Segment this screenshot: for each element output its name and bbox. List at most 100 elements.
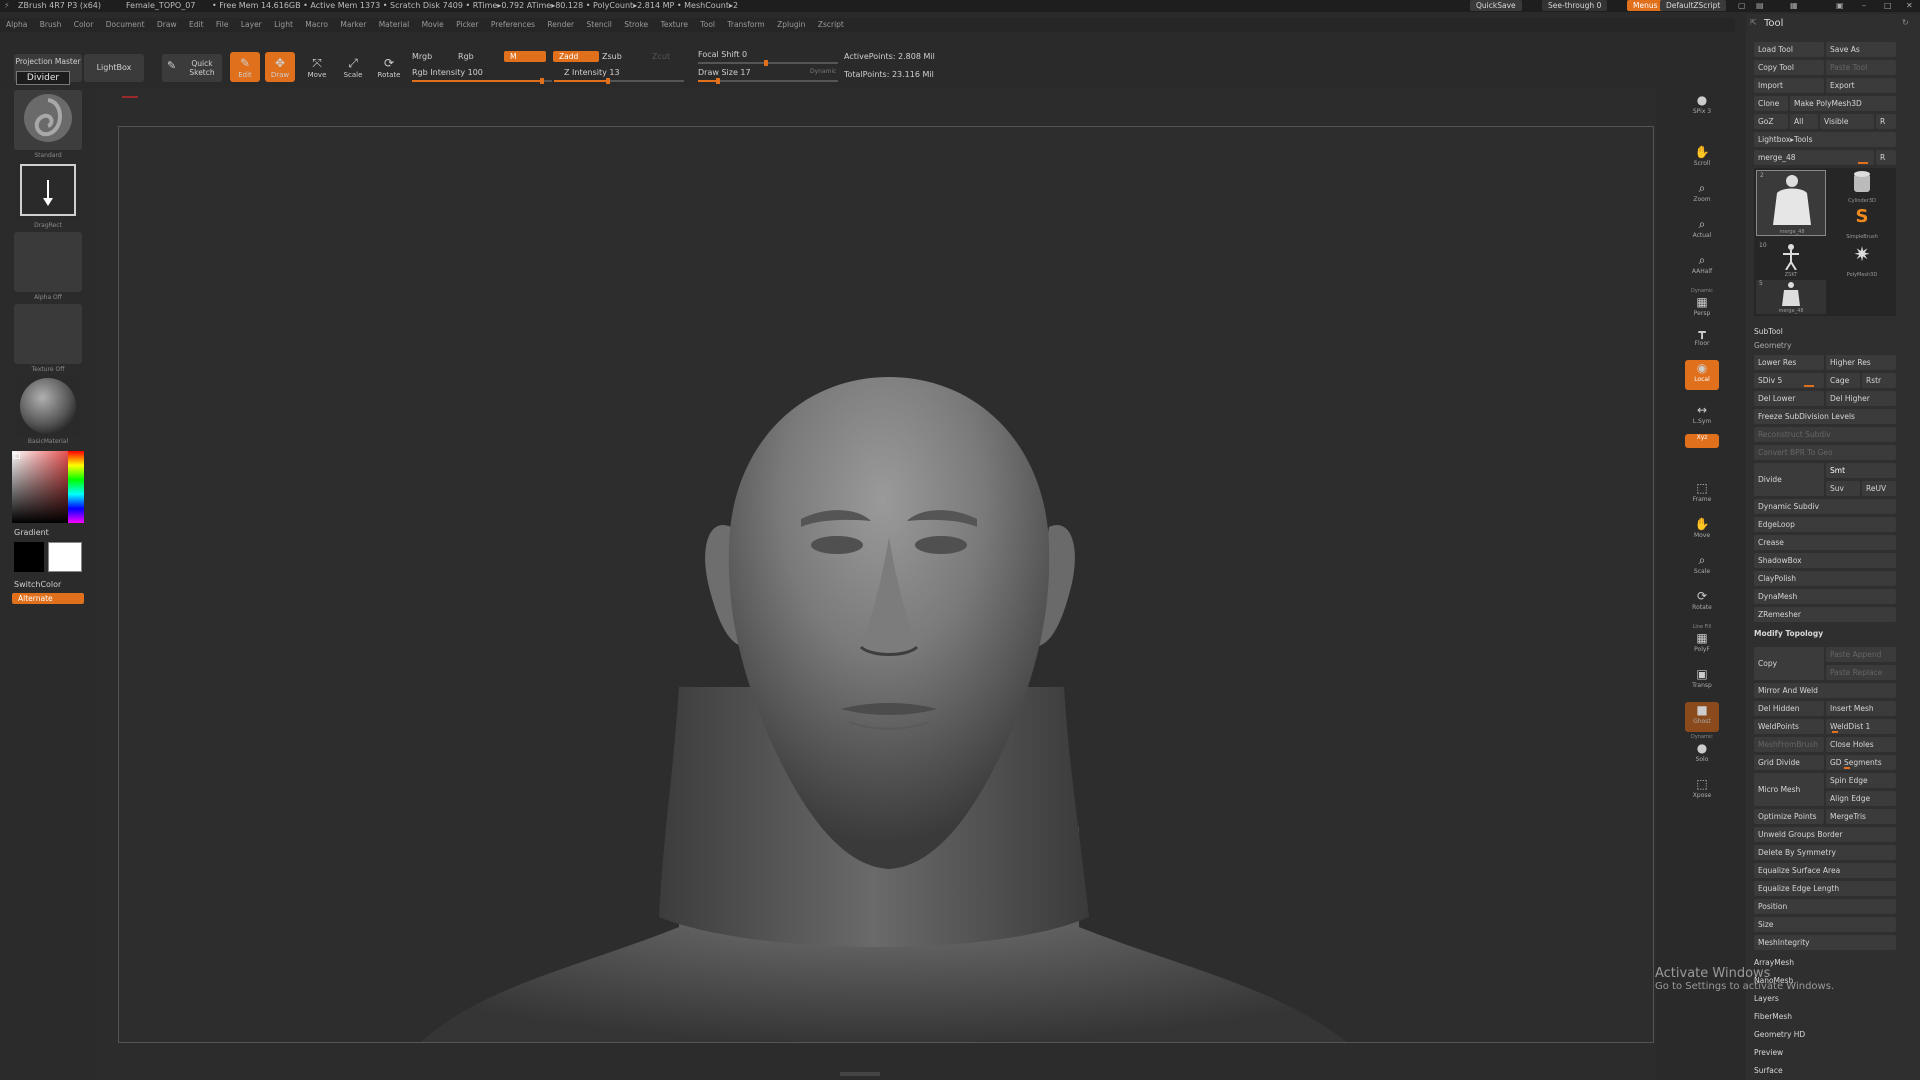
secondary-color-swatch[interactable] <box>48 542 82 572</box>
draw-size-slider[interactable] <box>698 78 838 84</box>
menu-render[interactable]: Render <box>547 20 574 29</box>
zskt-thumb[interactable]: 10 ZSKT <box>1756 242 1826 278</box>
merge-48-small-thumb[interactable]: 5 merge_48 <box>1756 280 1826 314</box>
persp-button[interactable]: Dynamic ▦ Persp <box>1685 288 1719 318</box>
grid-divide-button[interactable]: Grid Divide <box>1754 755 1824 770</box>
divide-button[interactable]: Divide <box>1754 463 1824 496</box>
menu-file[interactable]: File <box>216 20 229 29</box>
menu-alpha[interactable]: Alpha <box>6 20 27 29</box>
size-section[interactable]: Size <box>1754 917 1896 932</box>
menu-preferences[interactable]: Preferences <box>491 20 535 29</box>
stroke-selector[interactable] <box>14 160 82 220</box>
rgb-intensity-slider[interactable] <box>412 78 552 84</box>
simplebrush-thumb[interactable]: S SimpleBrush <box>1830 206 1894 240</box>
primary-color-swatch[interactable] <box>14 542 44 572</box>
spin-edge-button[interactable]: Spin Edge <box>1826 773 1896 788</box>
zsub-button[interactable]: Zsub <box>602 52 622 61</box>
crease-section[interactable]: Crease <box>1754 535 1896 550</box>
menu-texture[interactable]: Texture <box>661 20 688 29</box>
welddist-slider[interactable]: WeldDist 1 <box>1826 719 1896 734</box>
draw-size-knob[interactable] <box>716 78 720 84</box>
rotate-mode-button[interactable]: ⟳ Rotate <box>374 52 404 82</box>
optimize-points-button[interactable]: Optimize Points <box>1754 809 1824 824</box>
quick-sketch-button[interactable]: ✎ Quick Sketch <box>162 54 222 82</box>
menu-zscript[interactable]: Zscript <box>818 20 844 29</box>
menu-brush[interactable]: Brush <box>40 20 62 29</box>
menu-material[interactable]: Material <box>379 20 409 29</box>
copy-tool-button[interactable]: Copy Tool <box>1754 60 1824 75</box>
menu-tool[interactable]: Tool <box>700 20 715 29</box>
palette-dock-icon[interactable]: ↻ <box>1902 18 1909 27</box>
geometry-hd-section[interactable]: Geometry HD <box>1754 1030 1894 1039</box>
color-picker[interactable] <box>12 451 84 523</box>
switch-color-button[interactable]: SwitchColor <box>14 580 61 589</box>
default-zscript-button[interactable]: DefaultZScript <box>1660 0 1727 11</box>
actual-button[interactable]: ⌕ Actual <box>1685 216 1719 246</box>
focal-shift-slider[interactable] <box>698 60 838 66</box>
move-mode-button[interactable]: ⤧ Move <box>302 52 332 82</box>
polyf-button[interactable]: Line Fill ▦ PolyF <box>1685 624 1719 654</box>
paste-replace-button[interactable]: Paste Replace <box>1826 665 1896 680</box>
save-layout-icon[interactable]: ▣ <box>1836 0 1844 12</box>
alternate-button[interactable]: Alternate <box>12 593 84 604</box>
polymesh3d-thumb[interactable]: ✷ PolyMesh3D <box>1830 242 1894 278</box>
modify-topology-section[interactable]: Modify Topology <box>1754 629 1894 638</box>
close-holes-button[interactable]: Close Holes <box>1826 737 1896 752</box>
tool-r-button[interactable]: R <box>1876 150 1896 165</box>
claypolish-section[interactable]: ClayPolish <box>1754 571 1896 586</box>
reuv-toggle[interactable]: ReUV <box>1862 481 1896 496</box>
dynamic-subdiv-section[interactable]: Dynamic Subdiv <box>1754 499 1896 514</box>
del-higher-button[interactable]: Del Higher <box>1826 391 1896 406</box>
load-tool-button[interactable]: Load Tool <box>1754 42 1824 57</box>
fibermesh-section[interactable]: FiberMesh <box>1754 1012 1894 1021</box>
dynamic-button[interactable]: Dynamic <box>810 68 836 75</box>
layers-section[interactable]: Layers <box>1754 994 1894 1003</box>
make-polymesh-button[interactable]: Make PolyMesh3D <box>1790 96 1896 111</box>
rotate-view-button[interactable]: ⟳ Rotate <box>1685 588 1719 618</box>
menu-picker[interactable]: Picker <box>456 20 478 29</box>
focal-shift-knob[interactable] <box>764 60 768 66</box>
aahalf-button[interactable]: ⌕ AAHalf <box>1685 252 1719 282</box>
edgeloop-section[interactable]: EdgeLoop <box>1754 517 1896 532</box>
solo-button[interactable]: Dynamic ● Solo <box>1685 734 1719 764</box>
lightbox-tools-button[interactable]: Lightbox▸Tools <box>1754 132 1896 147</box>
zcut-button[interactable]: Zcut <box>652 52 670 61</box>
document-canvas[interactable] <box>96 88 1656 1080</box>
spix-button[interactable]: ● SPix 3 <box>1685 92 1719 122</box>
transp-button[interactable]: ▣ Transp <box>1685 666 1719 696</box>
lsym-button[interactable]: ↔ L.Sym <box>1685 402 1719 432</box>
document-area[interactable] <box>118 126 1654 1043</box>
close-icon[interactable]: ✕ <box>1906 0 1913 12</box>
delete-by-symmetry-button[interactable]: Delete By Symmetry <box>1754 845 1896 860</box>
zremesher-section[interactable]: ZRemesher <box>1754 607 1896 622</box>
align-edge-button[interactable]: Align Edge <box>1826 791 1896 806</box>
hue-strip[interactable] <box>68 451 84 523</box>
rgb-intensity-knob[interactable] <box>540 78 544 84</box>
mirror-weld-button[interactable]: Mirror And Weld <box>1754 683 1896 698</box>
maximize-icon[interactable]: □ <box>1884 0 1892 12</box>
layout-icon[interactable]: ▤ <box>1756 0 1764 12</box>
equalize-edge-button[interactable]: Equalize Edge Length <box>1754 881 1896 896</box>
higher-res-button[interactable]: Higher Res <box>1826 355 1896 370</box>
gradient-label[interactable]: Gradient <box>14 528 49 537</box>
copy-button[interactable]: Copy <box>1754 647 1824 680</box>
meshintegrity-section[interactable]: MeshIntegrity <box>1754 935 1896 950</box>
geometry-section[interactable]: Geometry <box>1754 341 1894 350</box>
palette-collapse-icon[interactable]: ⇱ <box>1750 18 1757 27</box>
subtool-section[interactable]: SubTool <box>1754 327 1894 336</box>
goz-r-button[interactable]: R <box>1876 114 1896 129</box>
z-intensity-slider[interactable] <box>554 78 684 84</box>
unweld-groups-button[interactable]: Unweld Groups Border <box>1754 827 1896 842</box>
rgb-button[interactable]: Rgb <box>458 52 474 61</box>
cylinder3d-thumb[interactable]: Cylinder3D <box>1830 170 1894 204</box>
move-view-button[interactable]: ✋ Move <box>1685 516 1719 546</box>
alpha-selector[interactable] <box>14 232 82 292</box>
texture-selector[interactable] <box>14 304 82 364</box>
menu-color[interactable]: Color <box>74 20 94 29</box>
paste-tool-button[interactable]: Paste Tool <box>1826 60 1896 75</box>
reconstruct-subdiv-button[interactable]: Reconstruct Subdiv <box>1754 427 1896 442</box>
lower-res-button[interactable]: Lower Res <box>1754 355 1824 370</box>
smt-toggle[interactable]: Smt <box>1826 463 1896 478</box>
insert-mesh-button[interactable]: Insert Mesh <box>1826 701 1896 716</box>
menu-marker[interactable]: Marker <box>340 20 366 29</box>
